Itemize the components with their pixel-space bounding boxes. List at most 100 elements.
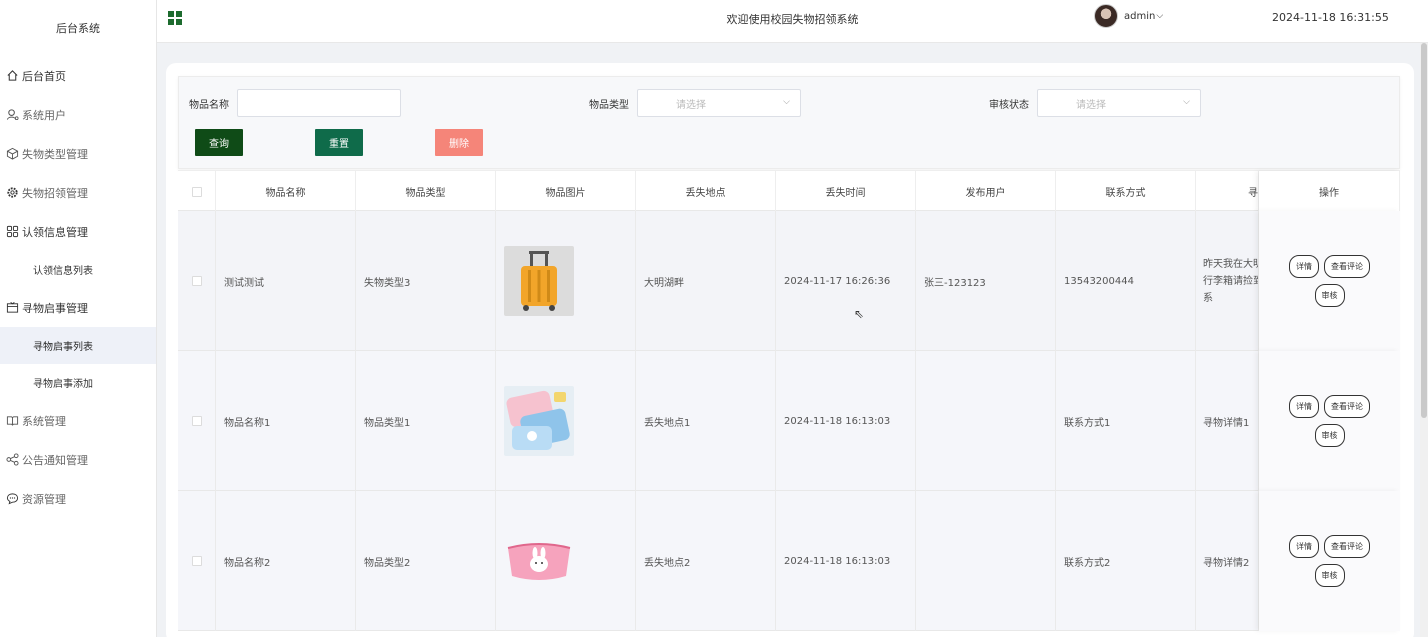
delete-button[interactable]: 删除 — [435, 129, 483, 156]
chevron-down-icon: ⌵ — [783, 97, 790, 107]
search-panel: 物品名称 物品类型 请选择 ⌵ 审核状态 请选择 ⌵ 查询 重置 删除 — [178, 76, 1400, 169]
share-icon — [5, 453, 19, 467]
sidebar-brand: 后台系统 — [56, 22, 100, 35]
column-header: 物品类型 — [356, 171, 496, 212]
sidebar-item-label: 失物招领管理 — [22, 186, 88, 200]
avatar — [1094, 4, 1118, 28]
status-select[interactable]: 请选择 ⌵ — [1037, 89, 1201, 117]
sidebar-subitem-label: 认领信息列表 — [33, 266, 93, 277]
pencil-case-image[interactable] — [504, 386, 574, 456]
sidebar-item-claims[interactable]: 认领信息管理 — [0, 212, 156, 251]
top-header: 欢迎使用校园失物招领系统 admin ⌵ 2024-11-18 16:31:55 — [157, 0, 1428, 43]
sidebar-item-home[interactable]: 后台首页 — [0, 56, 156, 95]
name-label: 物品名称 — [189, 100, 229, 111]
row-checkbox[interactable] — [191, 556, 202, 566]
view-comments-button[interactable]: 查看评论 — [1324, 255, 1370, 278]
data-table: 物品名称 物品类型 物品图片 丢失地点 丢失时间 发布用户 联系方式 寻 操作 … — [178, 170, 1400, 631]
reset-button[interactable]: 重置 — [315, 129, 363, 156]
sidebar-item-lost-types[interactable]: 失物类型管理 — [0, 134, 156, 173]
column-header: 丢失时间 — [776, 171, 916, 212]
cell-detail: 寻物详情1 — [1196, 351, 1259, 491]
cell-place: 丢失地点2 — [636, 491, 776, 631]
review-button[interactable]: 审核 — [1314, 564, 1345, 587]
column-header: 物品名称 — [216, 171, 356, 212]
detail-button[interactable]: 详情 — [1289, 535, 1319, 558]
user-name: admin — [1124, 10, 1156, 22]
sidebar-item-lost-notices[interactable]: 寻物启事管理 — [0, 288, 156, 327]
header-datetime: 2024-11-18 16:31:55 — [1272, 11, 1389, 24]
chat-icon — [5, 492, 19, 506]
suitcase-image[interactable] — [504, 246, 574, 316]
review-button[interactable]: 审核 — [1314, 424, 1345, 447]
user-icon — [5, 108, 19, 122]
gear-icon — [5, 186, 19, 200]
cell-image — [496, 491, 636, 631]
cell-contact: 联系方式2 — [1056, 491, 1196, 631]
header-title: 欢迎使用校园失物招领系统 — [726, 13, 859, 26]
type-placeholder: 请选择 — [676, 99, 706, 111]
chevron-down-icon: ⌵ — [1183, 97, 1190, 107]
detail-button[interactable]: 详情 — [1289, 395, 1319, 418]
table-row: 测试测试 失物类型3 大明湖畔 2024-11-17 16:26:36 张三-1… — [178, 211, 1400, 351]
sidebar-subitem-label: 寻物启事添加 — [33, 379, 93, 390]
column-header: 操作 — [1259, 171, 1400, 212]
view-comments-button[interactable]: 查看评论 — [1324, 535, 1370, 558]
column-header: 联系方式 — [1056, 171, 1196, 212]
status-placeholder: 请选择 — [1076, 99, 1106, 111]
table-header: 物品名称 物品类型 物品图片 丢失地点 丢失时间 发布用户 联系方式 寻 操作 — [178, 170, 1400, 212]
cell-type: 失物类型3 — [356, 211, 496, 351]
row-checkbox-cell[interactable] — [178, 211, 216, 351]
cell-detail: 寻物详情2 — [1196, 491, 1259, 631]
detail-line: 系 — [1203, 292, 1213, 304]
sidebar-item-label: 资源管理 — [22, 492, 66, 506]
view-comments-button[interactable]: 查看评论 — [1324, 395, 1370, 418]
review-button[interactable]: 审核 — [1314, 284, 1345, 307]
cell-time: 2024-11-18 16:13:03 — [776, 491, 916, 631]
status-label: 审核状态 — [989, 100, 1029, 111]
sidebar-subitem-notice-add[interactable]: 寻物启事添加 — [0, 364, 156, 401]
query-button[interactable]: 查询 — [195, 129, 243, 156]
row-checkbox[interactable] — [191, 276, 202, 286]
header-checkbox-cell[interactable] — [178, 171, 216, 212]
sidebar-subitem-notice-list[interactable]: 寻物启事列表 — [0, 327, 156, 364]
cell-contact: 联系方式1 — [1056, 351, 1196, 491]
cell-place: 丢失地点1 — [636, 351, 776, 491]
row-checkbox[interactable] — [191, 416, 202, 426]
sidebar-item-label: 失物类型管理 — [22, 147, 88, 161]
cell-place: 大明湖畔 — [636, 211, 776, 351]
row-actions: 详情 查看评论 审核 — [1259, 491, 1400, 631]
cell-user — [916, 351, 1056, 491]
cell-user: 张三-123123 — [916, 211, 1056, 351]
sidebar-item-label: 后台首页 — [22, 69, 66, 83]
scrollbar-thumb[interactable] — [1421, 43, 1427, 418]
sidebar-item-label: 寻物启事管理 — [22, 301, 88, 315]
detail-line: 昨天我在大明 — [1203, 258, 1259, 270]
book-icon — [5, 414, 19, 428]
chevron-down-icon: ⌵ — [1156, 11, 1164, 21]
table-row: 物品名称1 物品类型1 丢失地点1 2024-11-18 16:13:03 联系… — [178, 351, 1400, 491]
detail-button[interactable]: 详情 — [1289, 255, 1319, 278]
type-label: 物品类型 — [589, 100, 629, 111]
sidebar-subitem-claim-list[interactable]: 认领信息列表 — [0, 251, 156, 288]
sidebar-item-users[interactable]: 系统用户 — [0, 95, 156, 134]
type-select[interactable]: 请选择 ⌵ — [637, 89, 801, 117]
cell-image — [496, 351, 636, 491]
name-input[interactable] — [237, 89, 401, 117]
cell-name: 物品名称1 — [216, 351, 356, 491]
cell-image — [496, 211, 636, 351]
sidebar-item-announcements[interactable]: 公告通知管理 — [0, 440, 156, 479]
cell-type: 物品类型1 — [356, 351, 496, 491]
row-checkbox-cell[interactable] — [178, 351, 216, 491]
cell-name: 物品名称2 — [216, 491, 356, 631]
sidebar-item-system[interactable]: 系统管理 — [0, 401, 156, 440]
user-menu[interactable]: admin ⌵ — [1094, 4, 1163, 28]
sidebar-item-label: 公告通知管理 — [22, 453, 88, 467]
sidebar-item-lost-found[interactable]: 失物招领管理 — [0, 173, 156, 212]
sidebar-item-resources[interactable]: 资源管理 — [0, 479, 156, 518]
sidebar-item-label: 系统管理 — [22, 414, 66, 428]
pink-pouch-image[interactable] — [504, 526, 574, 596]
page-scrollbar[interactable] — [1420, 43, 1428, 637]
row-actions: 详情 查看评论 审核 — [1259, 351, 1400, 491]
select-all-checkbox[interactable] — [191, 186, 202, 197]
row-checkbox-cell[interactable] — [178, 491, 216, 631]
